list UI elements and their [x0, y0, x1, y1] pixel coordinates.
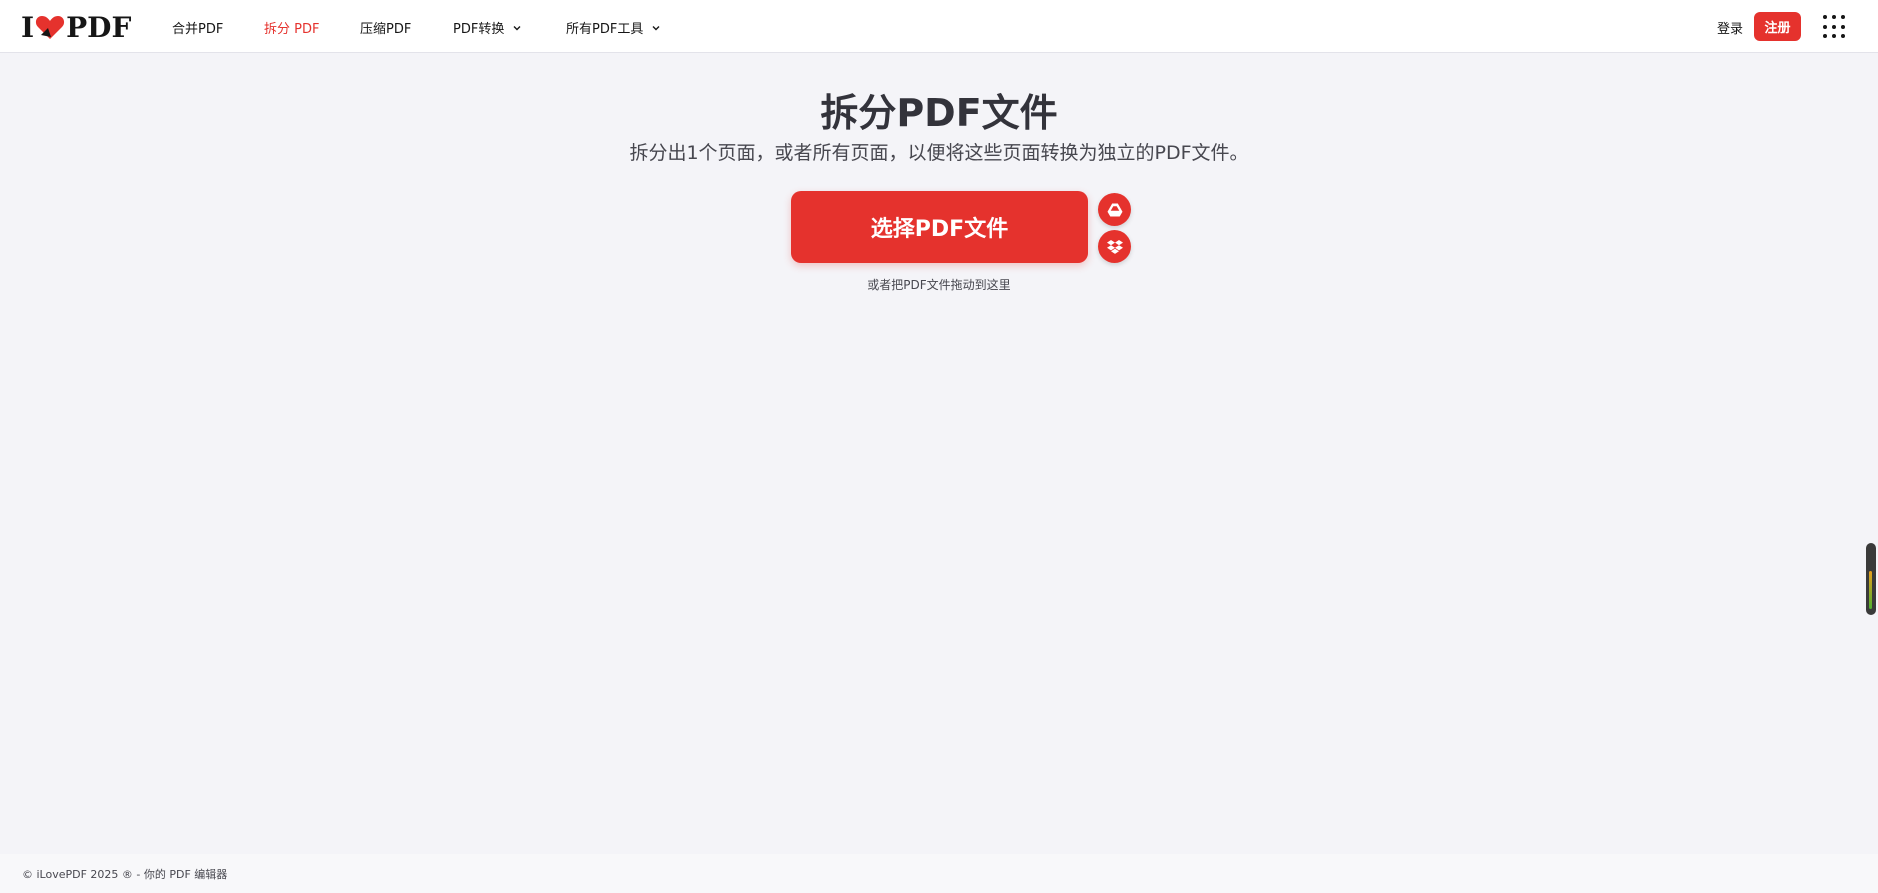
page-title: 拆分PDF文件 [820, 91, 1058, 135]
nav-convert-pdf[interactable]: PDF转换 [453, 18, 522, 37]
side-handle-indicator [1869, 571, 1872, 609]
side-panel-handle[interactable] [1866, 543, 1876, 615]
dropbox-icon [1106, 239, 1123, 254]
logo-text-pdf: PDF [66, 10, 132, 44]
top-header: I PDF 合并PDF 拆分 PDF 压缩PDF PDF转换 所有PDF工具 登… [0, 0, 1878, 53]
apps-grid-icon[interactable] [1823, 15, 1847, 39]
chevron-down-icon [513, 25, 521, 30]
signup-button[interactable]: 注册 [1754, 12, 1801, 41]
page-subtitle: 拆分出1个页面，或者所有页面，以便将这些页面转换为独立的PDF文件。 [629, 142, 1249, 164]
nav-compress-pdf[interactable]: 压缩PDF [360, 18, 411, 37]
nav-merge-pdf[interactable]: 合并PDF [172, 18, 223, 37]
chevron-down-icon [652, 25, 660, 30]
dropbox-button[interactable] [1098, 230, 1131, 263]
nav-all-pdf-tools[interactable]: 所有PDF工具 [566, 18, 661, 37]
nav-convert-pdf-label: PDF转换 [453, 22, 505, 37]
nav-all-pdf-tools-label: 所有PDF工具 [566, 22, 644, 37]
nav-compress-pdf-label: 压缩PDF [360, 22, 412, 37]
drag-drop-hint: 或者把PDF文件拖动到这里 [867, 278, 1011, 292]
logo-letter-i: I [21, 10, 35, 44]
heart-logo-icon [36, 16, 65, 39]
google-drive-button[interactable] [1098, 193, 1131, 226]
nav-split-pdf[interactable]: 拆分 PDF [264, 18, 319, 37]
nav-merge-pdf-label: 合并PDF [172, 22, 224, 37]
ilovepdf-logo[interactable]: I PDF [21, 10, 132, 44]
select-pdf-button[interactable]: 选择PDF文件 [791, 191, 1088, 263]
footer: © iLovePDF 2025 ® - 你的 PDF 编辑器 [0, 854, 1878, 893]
nav-split-pdf-label: 拆分 PDF [264, 22, 320, 37]
footer-copyright: © iLovePDF 2025 ® - 你的 PDF 编辑器 [22, 868, 228, 881]
login-link[interactable]: 登录 [1717, 18, 1743, 37]
google-drive-icon [1107, 203, 1122, 216]
